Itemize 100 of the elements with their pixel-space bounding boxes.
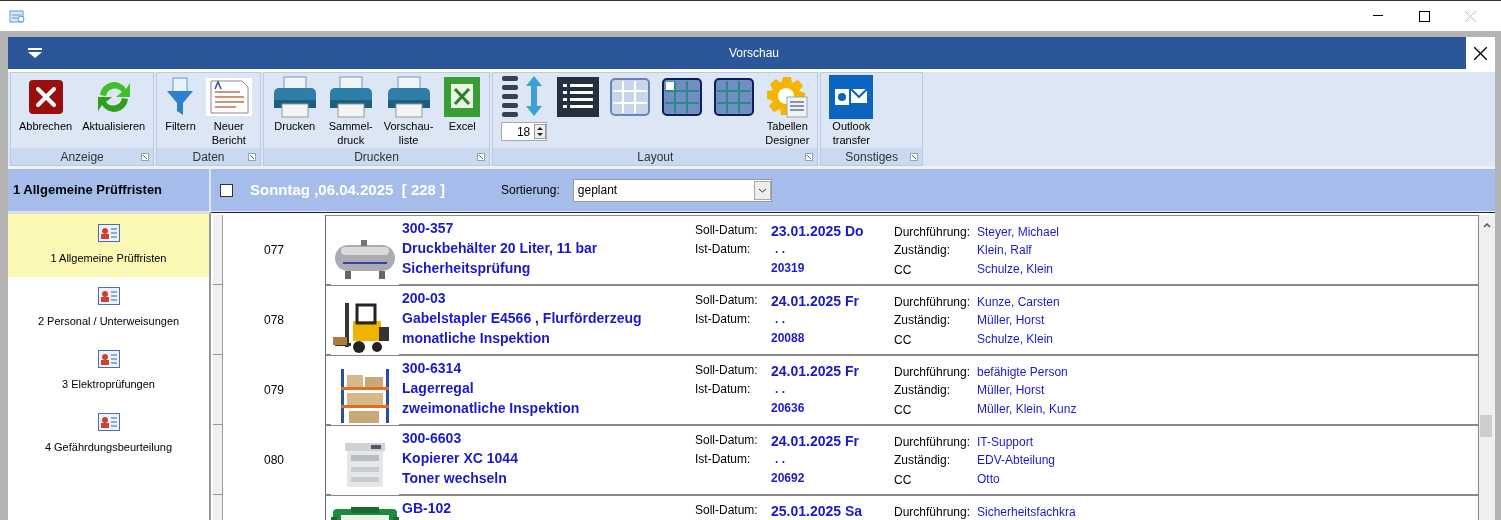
launcher-icon[interactable]: [141, 152, 150, 161]
responsible-name: Klein, Ralf: [977, 242, 1033, 259]
performer-name: IT-Support: [977, 434, 1035, 451]
sort-label: Sortierung:: [501, 182, 560, 199]
row-number: 078: [264, 311, 284, 329]
item-title: Gabelstapler E4566 , Flurförderzeug: [402, 309, 643, 328]
maximize-icon: [1418, 10, 1430, 22]
cc-names: Otto: [977, 471, 1001, 487]
sort-dropdown[interactable]: geplant: [572, 178, 772, 202]
item-task: monatliche Inspektion: [402, 329, 551, 348]
item-title: Druckbehälter 20 Liter, 11 bar: [402, 239, 599, 258]
scroll-thumb[interactable]: [1480, 415, 1492, 437]
filter-icon: [165, 76, 196, 117]
launcher-icon[interactable]: [247, 152, 256, 161]
row-number: 077: [264, 241, 284, 259]
minimize-icon: [1373, 15, 1383, 17]
cc-names: Müller, Klein, Kunz: [977, 401, 1078, 417]
field-label: Soll-Datum:: [695, 432, 759, 449]
field-label: Ist-Datum:: [695, 451, 752, 468]
ribbon-button[interactable]: Filtern: [160, 74, 201, 133]
launcher-icon[interactable]: [805, 152, 814, 161]
field-label: Soll-Datum:: [695, 292, 759, 309]
item-task: Toner wechseln: [402, 469, 508, 488]
close-icon: [1464, 10, 1476, 22]
ribbon-button[interactable]: Drucken: [266, 74, 323, 133]
item-title: Kopierer XC 1044: [402, 449, 519, 468]
actual-date: . .: [774, 241, 786, 258]
performer-name: befähigte Person: [977, 364, 1069, 381]
grid-icon: [713, 76, 756, 117]
field-label: Durchführung:: [894, 434, 972, 451]
contact-card-icon: [97, 287, 120, 306]
date-heading: Sonntag ,06.04.2025 [ 228 ]: [250, 179, 446, 200]
printer-icon: [327, 75, 374, 118]
printer-icon: [271, 75, 318, 118]
group-label: Anzeige: [59, 148, 105, 165]
performer-name: Steyer, Michael: [977, 224, 1061, 241]
responsible-name: Müller, Horst: [977, 382, 1046, 399]
ribbon-button[interactable]: Sammel- druck: [322, 74, 379, 147]
row-number: 080: [264, 451, 284, 469]
record-id: 20319: [771, 260, 806, 277]
row-height-spinner[interactable]: 18: [501, 122, 548, 141]
ribbon-button[interactable]: Aktualisieren: [77, 74, 151, 133]
window-title: Vorschau: [727, 45, 780, 62]
item-task: Sicherheitsprüfung: [402, 259, 532, 278]
document-icon: [205, 77, 252, 116]
item-code: 300-6603: [402, 429, 463, 448]
ribbon-button[interactable]: Vorschau- liste: [378, 74, 439, 147]
record-card[interactable]: 300-6603 Kopierer XC 1044 Toner wechseln Soll-Datum: 24.01.2025 Fr Ist-Datum: . . 20692 Durchführung: IT-Support Zuständig: EDV-Abteilung CC Otto: [325, 425, 1479, 495]
launcher-icon[interactable]: [910, 152, 919, 161]
item-code: 300-6314: [402, 359, 463, 378]
field-label: CC: [894, 402, 913, 417]
item-code: GB-102: [402, 499, 453, 518]
actual-date: . .: [774, 451, 786, 468]
scrollbar[interactable]: [1479, 215, 1495, 520]
grid-icon: [661, 76, 704, 117]
select-all-checkbox[interactable]: [220, 183, 233, 197]
record-card[interactable]: 300-357 Druckbehälter 20 Liter, 11 bar Sicherheitsprüfung Soll-Datum: 23.01.2025 Do Ist-Datum: . . 20319 Durchführung: Steyer, Michael Zuständig: Klein, Ralf CC Schulze, Klein: [325, 215, 1479, 285]
field-label: Soll-Datum:: [695, 502, 759, 519]
close-icon: [27, 78, 64, 115]
field-label: Durchführung:: [894, 364, 972, 381]
close-icon: [1474, 46, 1487, 60]
field-label: Ist-Datum:: [695, 381, 752, 398]
item-task: zweimonatliche Inspektion: [402, 399, 581, 418]
item-code: 300-357: [402, 219, 455, 238]
record-card[interactable]: GB-102 Soll-Datum: 25.01.2025 Sa Durchführung: Sicherheitsfachkra: [325, 495, 1479, 520]
field-label: Durchführung:: [894, 294, 972, 311]
planned-date: 24.01.2025 Fr: [771, 432, 860, 450]
planned-date: 24.01.2025 Fr: [771, 362, 860, 380]
cc-names: Schulze, Klein: [977, 331, 1055, 347]
spreadsheet-icon: [443, 75, 482, 118]
group-label: Drucken: [353, 148, 400, 165]
contact-card-icon: [97, 413, 120, 432]
row-number: 079: [264, 381, 284, 399]
group-label: Daten: [191, 148, 226, 165]
item-title: Lagerregal: [402, 379, 475, 398]
ribbon-button[interactable]: Outlook transfer: [824, 74, 879, 147]
field-label: Soll-Datum:: [695, 222, 759, 239]
grid-icon: [609, 76, 652, 117]
ribbon-button[interactable]: Tabellen Designer: [760, 74, 815, 147]
contact-card-icon: [97, 350, 120, 369]
scroll-up-icon: [1483, 222, 1491, 228]
close-button[interactable]: [1466, 37, 1495, 69]
launcher-icon[interactable]: [477, 152, 486, 161]
spinner-arrows-icon: [534, 124, 547, 139]
record-id: 20636: [771, 400, 806, 417]
list-icon: [557, 76, 600, 117]
field-label: Ist-Datum:: [695, 241, 752, 258]
chevron-down-icon: [753, 180, 771, 200]
ribbon-button[interactable]: Abbrechen: [14, 74, 78, 133]
record-id: 20088: [771, 330, 806, 347]
record-card[interactable]: 200-03 Gabelstapler E4566 , Flurförderzeug monatliche Inspektion Soll-Datum: 24.01.2025 Fr Ist-Datum: . . 20088 Durchführung: Kunze, Carsten Zuständig: Müller, Horst CC Schulze, Klein: [325, 285, 1479, 355]
actual-date: . .: [774, 381, 786, 398]
group-label: Layout: [636, 148, 675, 165]
field-label: CC: [894, 262, 913, 277]
field-label: CC: [894, 472, 913, 487]
ribbon-button[interactable]: Neuer Bericht: [200, 74, 257, 147]
ribbon-button[interactable]: Excel: [438, 74, 487, 133]
sidebar-item[interactable]: 1 Allgemeine Prüffristen: [8, 214, 209, 277]
dropdown-icon: [28, 48, 42, 58]
record-card[interactable]: 300-6314 Lagerregal zweimonatliche Inspektion Soll-Datum: 24.01.2025 Fr Ist-Datum: . . 20636 Durchführung: befähigte Person Zuständig: Müller, Horst CC Müller, Klein, Kunz: [325, 355, 1479, 425]
